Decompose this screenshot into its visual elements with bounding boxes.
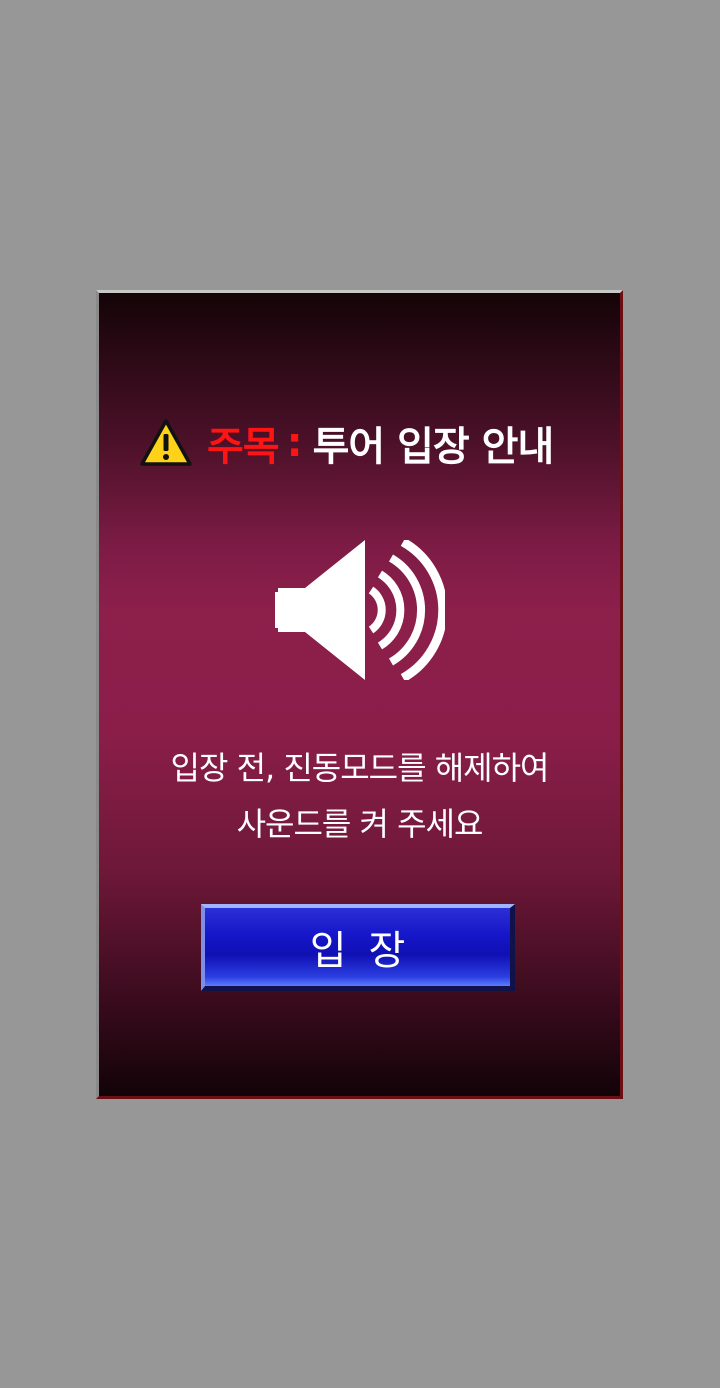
tour-entry-dialog: 주목 : 투어 입장 안내 입장 전, 진동모드를 해제하여 사운드를 켜 주세… (96, 290, 623, 1099)
enter-button-label: 입장 (309, 928, 428, 974)
enter-button[interactable]: 입장 (201, 904, 515, 991)
dialog-title: 주목 : 투어 입장 안내 (139, 415, 555, 471)
warning-icon (140, 419, 192, 466)
message-line-2: 사운드를 켜 주세요 (236, 805, 484, 843)
message-line-1: 입장 전, 진동모드를 해제하여 (170, 749, 550, 787)
title-attention-label: 주목 (207, 424, 280, 470)
speaker-icon (275, 540, 445, 680)
title-text: 투어 입장 안내 (312, 424, 555, 470)
title-colon: : (286, 420, 303, 466)
